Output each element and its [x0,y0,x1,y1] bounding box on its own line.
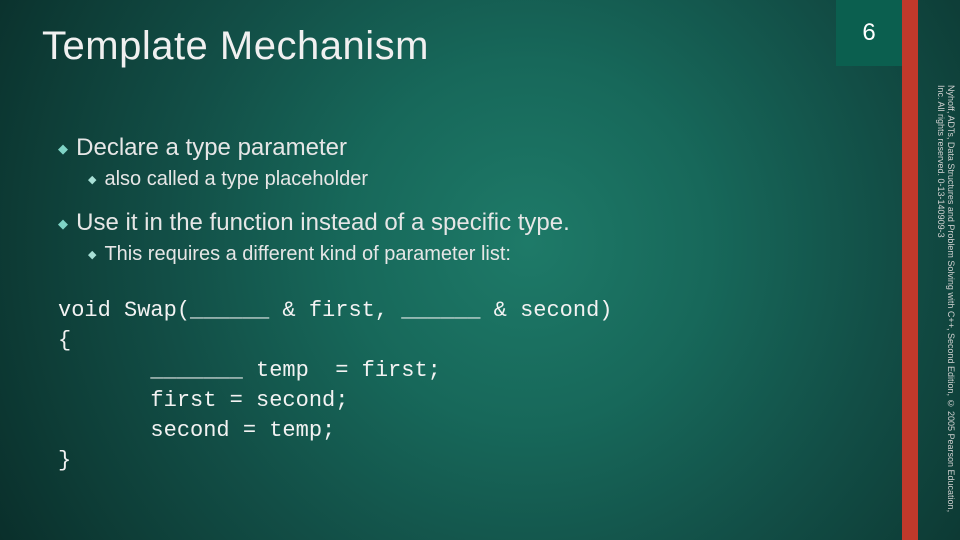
code-block: void Swap(______ & first, ______ & secon… [58,296,880,476]
slide-content: ◆ Declare a type parameter ◆ also called… [58,120,880,476]
diamond-icon: ◆ [88,248,96,261]
bullet-text: This requires a different kind of parame… [104,243,510,266]
bullet-text: Declare a type parameter [76,134,347,162]
bullet-text: also called a type placeholder [104,168,368,191]
bullet-placeholder: ◆ also called a type placeholder [88,168,880,191]
diamond-icon: ◆ [58,141,68,157]
code-line: } [58,448,71,473]
code-line: _______ temp = first; [58,358,441,383]
bullet-requires: ◆ This requires a different kind of para… [88,243,880,266]
bullet-declare: ◆ Declare a type parameter [58,134,880,162]
code-line: second = temp; [58,418,335,443]
page-number-badge: 6 [836,0,902,66]
diamond-icon: ◆ [58,216,68,232]
copyright-text: Nyhoff, ADTs, Data Structures and Proble… [924,85,956,515]
accent-bar [902,0,918,540]
slide-title: Template Mechanism [42,24,429,69]
diamond-icon: ◆ [88,173,96,186]
code-line: { [58,328,71,353]
code-line: first = second; [58,388,348,413]
bullet-use: ◆ Use it in the function instead of a sp… [58,209,880,237]
page-number: 6 [862,19,875,47]
bullet-text: Use it in the function instead of a spec… [76,209,570,237]
slide: 6 Template Mechanism Nyhoff, ADTs, Data … [0,0,960,540]
code-line: void Swap(______ & first, ______ & secon… [58,298,613,323]
